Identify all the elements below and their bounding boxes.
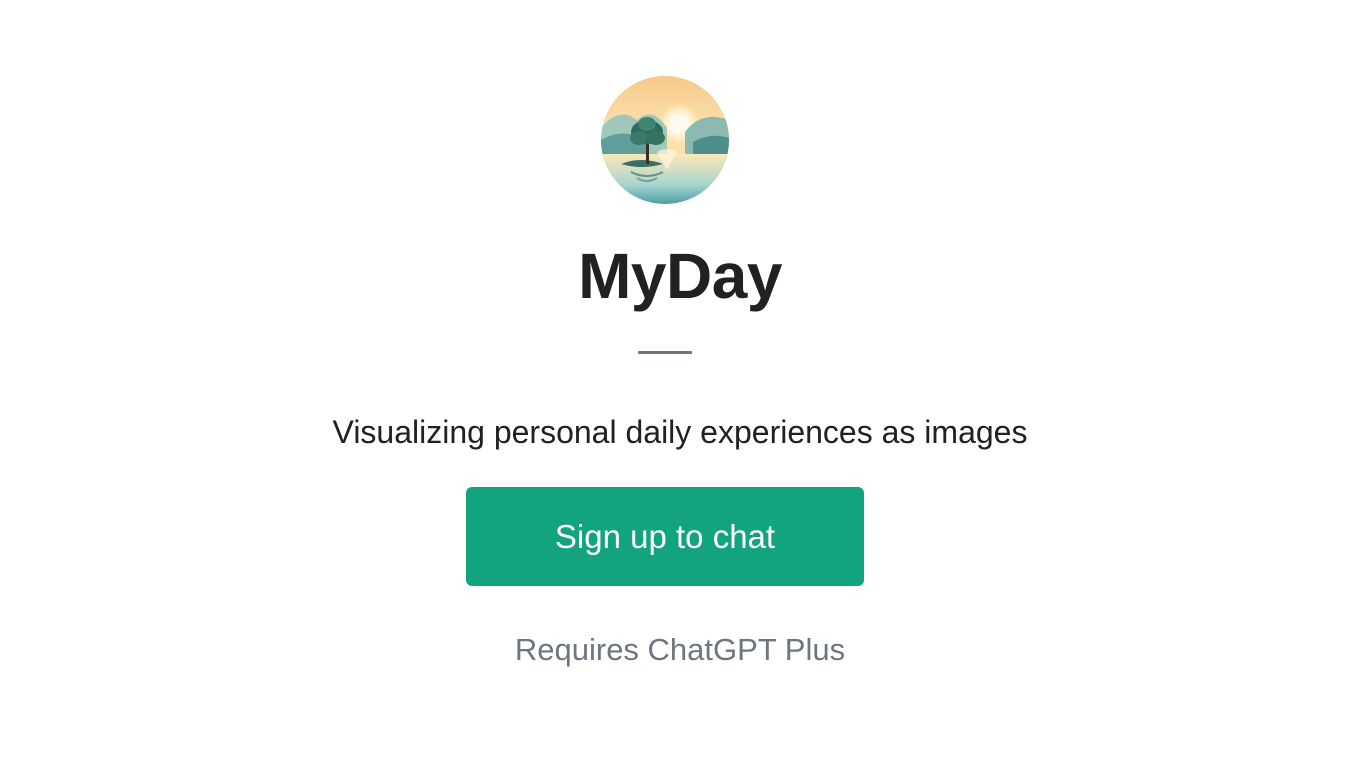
title-divider: [638, 351, 692, 354]
gpt-landing-page: MyDay Visualizing personal daily experie…: [0, 0, 1360, 764]
sign-up-button[interactable]: Sign up to chat: [466, 487, 864, 586]
requirement-note: Requires ChatGPT Plus: [514, 632, 846, 667]
gpt-description: Visualizing personal daily experiences a…: [332, 414, 1028, 450]
gpt-title: MyDay: [578, 240, 782, 312]
gpt-avatar: [601, 76, 729, 204]
landscape-avatar-icon: [601, 76, 729, 204]
